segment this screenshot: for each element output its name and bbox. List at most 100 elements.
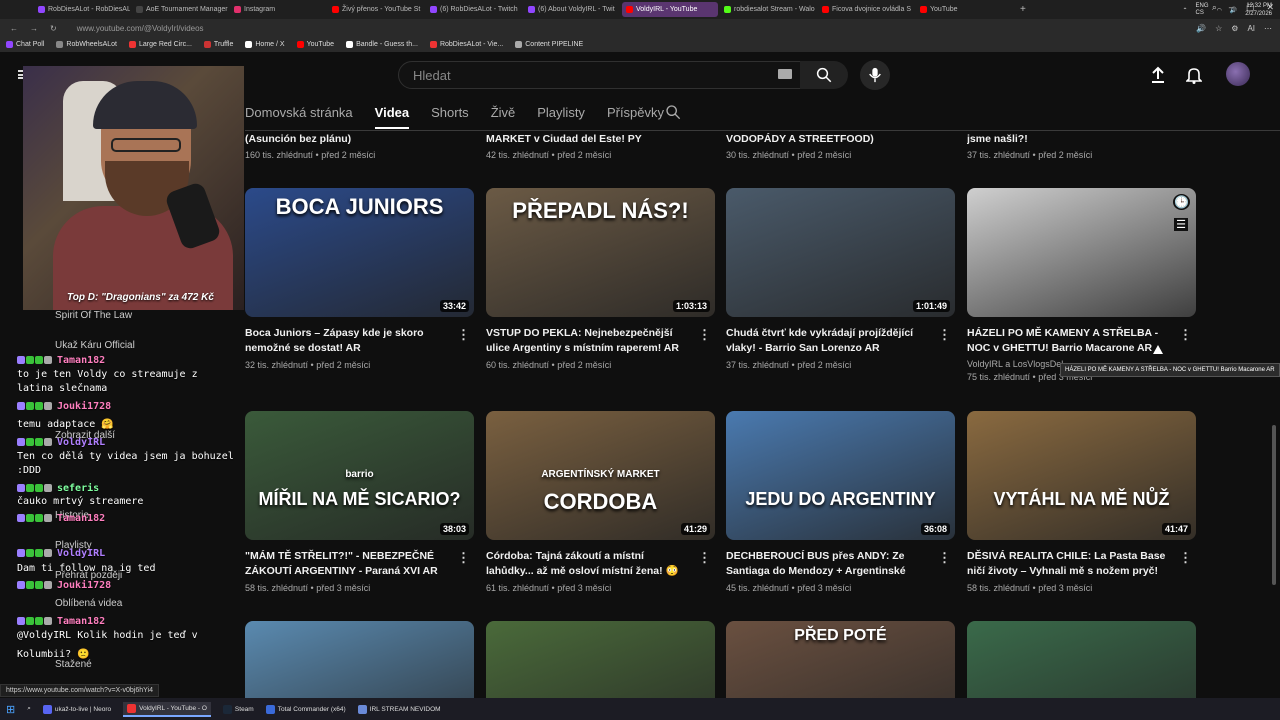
video-thumbnail[interactable]: 🕒 ☰ [967, 188, 1196, 317]
more-actions-icon[interactable]: ⋮ [457, 550, 470, 566]
channel-tab[interactable]: Živě [491, 103, 516, 129]
browser-tab[interactable]: AoE Tournament Manager [132, 2, 228, 17]
chat-username[interactable]: Taman182 [57, 355, 105, 366]
video-title[interactable]: HÁZELI PO MĚ KAMENY A STŘELBA - NOC v GH… [967, 326, 1172, 356]
browser-tab[interactable]: VoldyIRL - YouTube [622, 2, 718, 17]
search-button[interactable] [800, 61, 848, 89]
add-to-queue-icon[interactable]: ☰ [1174, 218, 1188, 231]
chat-username[interactable]: Jouki1728 [57, 401, 111, 412]
notifications-button[interactable] [1185, 66, 1203, 89]
video-card-partial[interactable]: (Asunción bez plánu) 160 tis. zhlédnutí •… [245, 131, 474, 162]
forward-icon[interactable]: → [30, 24, 38, 33]
star-icon[interactable]: ☆ [1215, 24, 1222, 33]
video-title[interactable]: DECHBEROUCÍ BUS přes ANDY: Ze Santiaga d… [726, 549, 931, 579]
more-actions-icon[interactable]: ⋮ [938, 327, 951, 343]
taskbar-app[interactable]: Total Commander (x64) [265, 704, 346, 714]
video-title[interactable]: MARKET v Ciudad del Este! PY [486, 131, 691, 147]
chat-username[interactable]: VoldyIRL [57, 548, 105, 559]
video-title[interactable]: DĚSIVÁ REALITA CHILE: La Pasta Base ničí… [967, 549, 1172, 579]
video-title[interactable]: VODOPÁDY A STREETFOOD) [726, 131, 931, 147]
account-avatar[interactable] [1226, 62, 1250, 86]
video-title[interactable]: VSTUP DO PEKLA: Nejnebezpečnější ulice A… [486, 326, 691, 356]
channel-tab[interactable]: Shorts [431, 103, 469, 129]
chevron-up-icon[interactable]: ⌃ [1183, 7, 1188, 14]
video-card-partial[interactable]: jsme našli?! 37 tis. zhlédnutí • před 2 m… [967, 131, 1196, 162]
taskbar-app[interactable]: VoldyIRL - YouTube - O [123, 701, 211, 717]
chat-username[interactable]: Jouki1728 [57, 580, 111, 591]
browser-tab[interactable]: Živý přenos - YouTube St [328, 2, 424, 17]
browser-tab[interactable]: (6) RobDiesALot - Twitch [426, 2, 522, 17]
video-card[interactable]: 1:01:49 Chudá čtvrť kde vykrádají projížd… [726, 188, 955, 372]
clock[interactable]: 12:32 PM 2/27/2026 [1245, 2, 1272, 18]
search-input[interactable]: Hledat [398, 61, 808, 89]
video-thumbnail[interactable]: VYTÁHL NA MĚ NŮŽ 41:47 [967, 411, 1196, 540]
bookmark-item[interactable]: Truffle [203, 41, 233, 48]
video-card[interactable]: 🕒 ☰ HÁZELI PO MĚ KAMENY A STŘELBA - NOC v … [967, 188, 1196, 384]
taskbar-search-icon[interactable]: ⌕ [27, 705, 31, 713]
video-thumbnail[interactable]: JEDU DO ARGENTINY 36:08 [726, 411, 955, 540]
video-card-partial[interactable]: MARKET v Ciudad del Este! PY 42 tis. zhlé… [486, 131, 715, 162]
browser-tab[interactable]: YouTube [916, 2, 1012, 17]
video-title[interactable]: Boca Juniors – Zápasy kde je skoro nemož… [245, 326, 450, 356]
video-card-partial[interactable]: VODOPÁDY A STREETFOOD) 30 tis. zhlédnutí … [726, 131, 955, 162]
video-card[interactable]: JEDU DO ARGENTINY 36:08 DECHBEROUCÍ BUS př… [726, 411, 955, 595]
reload-icon[interactable]: ↻ [50, 24, 57, 33]
video-card[interactable]: MÍŘIL NA MĚ SICARIO? barrio 38:03 "MÁM TĚ S… [245, 411, 474, 595]
more-actions-icon[interactable]: ⋮ [1179, 327, 1192, 343]
page-scrollbar[interactable] [1272, 425, 1276, 585]
menu-icon[interactable]: ⋯ [1264, 24, 1272, 33]
taskbar-app[interactable]: Steam [222, 704, 254, 714]
video-title[interactable]: (Asunción bez plánu) [245, 131, 450, 147]
watch-later-icon[interactable]: 🕒 [1173, 194, 1190, 210]
channel-tab[interactable]: Videa [374, 103, 410, 129]
sidebar-item[interactable]: Ukaž Káru Official [55, 340, 135, 351]
more-actions-icon[interactable]: ⋮ [698, 550, 711, 566]
browser-tab[interactable]: Ficova dvojnice ovládla S [818, 2, 914, 17]
video-title[interactable]: Chudá čtvrť kde vykrádají projíždějící v… [726, 326, 931, 356]
taskbar-app[interactable]: ukaž-to-live | Neoro [42, 704, 111, 714]
chat-username[interactable]: Taman182 [57, 616, 105, 627]
video-card[interactable]: PŘEPADL NÁS?! 1:03:13 VSTUP DO PEKLA: Nejn… [486, 188, 715, 372]
video-card[interactable]: CORDOBA ARGENTÍNSKÝ MARKET 41:29 Córdoba: T… [486, 411, 715, 595]
more-actions-icon[interactable]: ⋮ [457, 327, 470, 343]
volume-icon[interactable]: 🔊 [1230, 7, 1237, 14]
video-title[interactable]: jsme našli?! [967, 131, 1172, 147]
bookmark-item[interactable]: Home / X [245, 41, 285, 48]
keyboard-icon[interactable] [778, 69, 792, 79]
sidebar-item[interactable]: Oblíbená videa [55, 598, 122, 609]
new-tab-button[interactable]: + [1020, 4, 1026, 15]
bookmark-item[interactable]: Bandle - Guess th... [346, 41, 418, 48]
voice-search-button[interactable] [860, 60, 890, 90]
chat-username[interactable]: VoldyIRL [57, 437, 105, 448]
browser-tab[interactable]: Instagram [230, 2, 326, 17]
taskbar-app[interactable]: IRL STREAM NEVIDOM [357, 704, 441, 714]
channel-tab[interactable]: Domovská stránka [245, 103, 353, 129]
more-actions-icon[interactable]: ⋮ [938, 550, 951, 566]
extensions-icon[interactable]: ⚙ [1231, 24, 1238, 33]
channel-search-button[interactable] [665, 104, 681, 125]
ai-icon[interactable]: AI [1247, 24, 1255, 33]
back-icon[interactable]: ← [10, 24, 18, 33]
language-indicator[interactable]: ENG CS [1196, 3, 1209, 17]
tts-icon[interactable]: 🔊 [1196, 24, 1206, 33]
more-actions-icon[interactable]: ⋮ [1179, 550, 1192, 566]
sidebar-item[interactable]: Spirit Of The Law [55, 310, 132, 321]
video-thumbnail[interactable]: MÍŘIL NA MĚ SICARIO? barrio 38:03 [245, 411, 474, 540]
wifi-icon[interactable]: ◠ [1217, 7, 1222, 14]
bookmark-item[interactable]: RobWheelsALot [56, 41, 117, 48]
channel-tab[interactable]: Příspěvky [607, 103, 664, 129]
browser-tab[interactable]: robdiesalot Stream - Walo [720, 2, 816, 17]
create-button[interactable] [1150, 66, 1166, 89]
video-card[interactable]: VYTÁHL NA MĚ NŮŽ 41:47 DĚSIVÁ REALITA CHIL… [967, 411, 1196, 595]
url-field[interactable]: www.youtube.com/@VoldyIrl/videos [77, 24, 204, 33]
start-button[interactable]: ⊞ [6, 703, 15, 716]
channel-tab[interactable]: Playlisty [537, 103, 585, 129]
video-thumbnail[interactable]: BOCA JUNIORS 33:42 [245, 188, 474, 317]
video-card[interactable]: BOCA JUNIORS 33:42 Boca Juniors – Zápasy k… [245, 188, 474, 372]
chat-username[interactable]: seferis [57, 483, 99, 494]
bookmark-item[interactable]: Large Red Circ... [129, 41, 192, 48]
browser-tab[interactable]: (6) About VoldyIRL - Twit [524, 2, 620, 17]
bookmark-item[interactable]: Content PIPELINE [515, 41, 583, 48]
browser-tab[interactable]: RobDiesALot - RobDiesAL [34, 2, 130, 17]
video-thumbnail[interactable]: CORDOBA ARGENTÍNSKÝ MARKET 41:29 [486, 411, 715, 540]
